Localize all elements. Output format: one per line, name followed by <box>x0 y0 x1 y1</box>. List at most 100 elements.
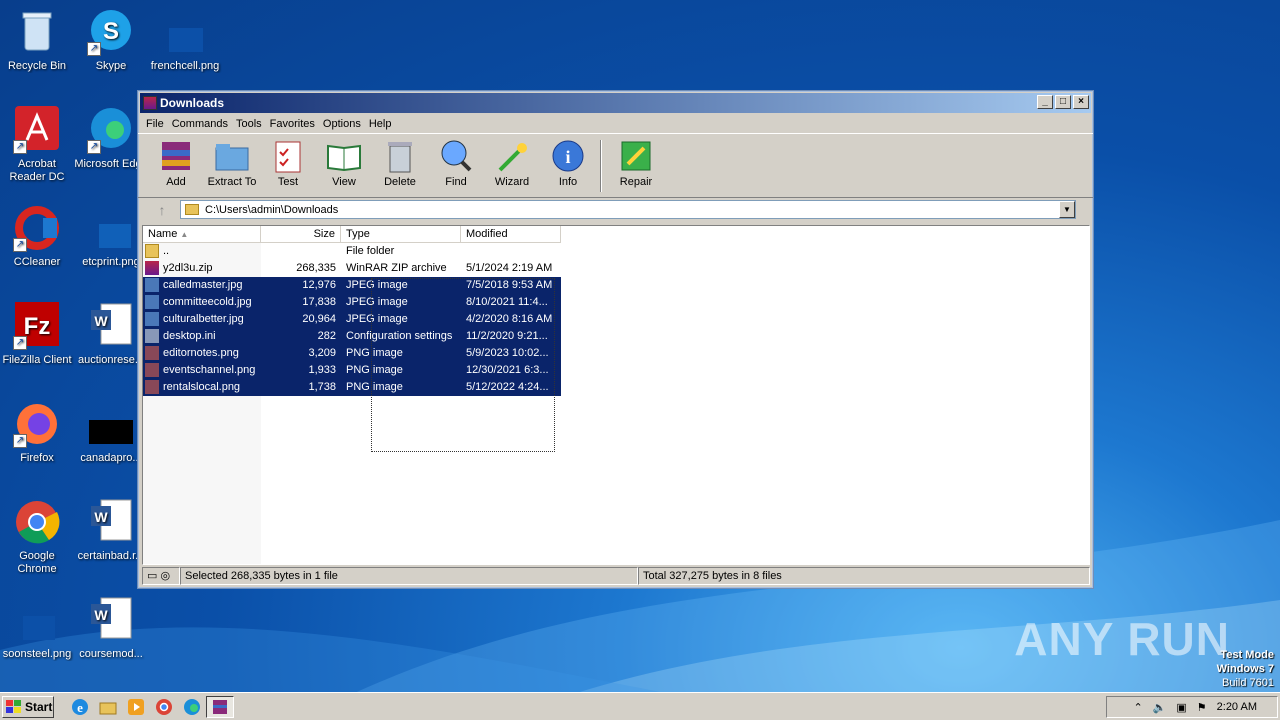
png-file-icon <box>161 8 209 56</box>
svg-text:Fz: Fz <box>24 313 51 340</box>
winrar-app-icon <box>143 96 157 110</box>
address-row: ↑ C:\Users\admin\Downloads ▼ <box>138 197 1093 221</box>
desktop-icon-soonsteel[interactable]: soonsteel.png <box>0 596 74 661</box>
test-button[interactable]: Test <box>260 138 316 188</box>
status-total: Total 327,275 bytes in 8 files <box>638 567 1090 585</box>
black-file-icon <box>87 400 135 448</box>
column-header-type[interactable]: Type <box>341 226 461 243</box>
menu-favorites[interactable]: Favorites <box>266 118 319 130</box>
edge-taskbar-icon[interactable] <box>178 696 206 718</box>
add-archive-icon <box>158 138 194 174</box>
jpeg-file-icon <box>145 278 159 292</box>
status-bar: ▭ ◎ Selected 268,335 bytes in 1 file Tot… <box>142 567 1090 585</box>
status-selected: Selected 268,335 bytes in 1 file <box>180 567 638 585</box>
desktop-icon-coursemod[interactable]: W coursemod... <box>74 596 148 661</box>
png-file-icon <box>145 380 159 394</box>
word-doc-icon: W <box>87 596 135 644</box>
svg-text:W: W <box>94 607 108 623</box>
chrome-icon <box>13 498 61 546</box>
png-file-icon <box>13 596 61 644</box>
menu-options[interactable]: Options <box>319 118 365 130</box>
explorer-icon[interactable] <box>94 696 122 718</box>
column-header-modified[interactable]: Modified <box>461 226 561 243</box>
maximize-button[interactable]: □ <box>1055 95 1071 109</box>
png-file-icon <box>87 204 135 252</box>
delete-trash-icon <box>382 138 418 174</box>
winrar-window[interactable]: Downloads _ □ × File Commands Tools Favo… <box>137 90 1094 589</box>
word-doc-icon: W <box>87 498 135 546</box>
svg-text:W: W <box>94 509 108 525</box>
svg-text:W: W <box>94 313 108 329</box>
view-book-icon <box>326 138 362 174</box>
menu-commands[interactable]: Commands <box>168 118 232 130</box>
desktop-icon-filezilla[interactable]: Fz ↗ FileZilla Client <box>0 302 74 367</box>
delete-button[interactable]: Delete <box>372 138 428 188</box>
word-doc-icon: W <box>87 302 135 350</box>
clock[interactable]: 2:20 AM <box>1217 701 1257 713</box>
desktop-icon-frenchcell[interactable]: frenchcell.png <box>148 8 222 73</box>
test-clipboard-icon <box>270 138 306 174</box>
png-file-icon <box>145 346 159 360</box>
start-button[interactable]: Start <box>2 695 54 718</box>
menu-tools[interactable]: Tools <box>232 118 266 130</box>
desktop-icon-chrome[interactable]: Google Chrome <box>0 498 74 576</box>
list-item[interactable]: y2dl3u.zip 268,335 WinRAR ZIP archive 5/… <box>143 260 561 277</box>
extract-folder-icon <box>214 138 250 174</box>
minimize-button[interactable]: _ <box>1037 95 1053 109</box>
menu-file[interactable]: File <box>142 118 168 130</box>
firefox-icon: ↗ <box>13 400 61 448</box>
menu-help[interactable]: Help <box>365 118 396 130</box>
test-mode-notice: Test Mode Windows 7 Build 7601 <box>1216 649 1274 689</box>
desktop-icon-recycle-bin[interactable]: Recycle Bin <box>0 8 74 73</box>
file-list[interactable]: Name ▲ Size Type Modified .. File folder… <box>142 225 1090 565</box>
add-button[interactable]: Add <box>148 138 204 188</box>
taskbar: Start e ⌃ 🔈 ▣ ⚑ 2:20 AM <box>0 692 1280 720</box>
window-title: Downloads <box>160 96 225 110</box>
png-file-icon <box>145 363 159 377</box>
ie-icon[interactable]: e <box>66 696 94 718</box>
wizard-button[interactable]: Wizard <box>484 138 540 188</box>
media-player-icon[interactable] <box>122 696 150 718</box>
network-icon[interactable]: ▣ <box>1176 701 1186 714</box>
windows-logo-icon <box>6 699 21 713</box>
svg-text:i: i <box>565 147 570 167</box>
toolbar-separator <box>600 140 602 192</box>
zip-archive-icon <box>145 261 159 275</box>
repair-button[interactable]: Repair <box>608 138 664 188</box>
column-header-name[interactable]: Name ▲ <box>143 226 261 243</box>
desktop-icon-acrobat[interactable]: ↗ Acrobat Reader DC <box>0 106 74 184</box>
view-button[interactable]: View <box>316 138 372 188</box>
jpeg-file-icon <box>145 295 159 309</box>
chevron-down-icon[interactable]: ▼ <box>1059 201 1075 218</box>
address-field[interactable]: C:\Users\admin\Downloads ▼ <box>180 200 1076 219</box>
list-item[interactable]: .. File folder <box>143 243 561 260</box>
edge-icon: ↗ <box>87 106 135 154</box>
action-center-flag-icon[interactable]: ⚑ <box>1197 701 1207 714</box>
drive-icon[interactable]: ▭ ◎ <box>142 567 180 585</box>
volume-icon[interactable]: 🔈 <box>1153 701 1167 714</box>
filezilla-icon: Fz ↗ <box>13 302 61 350</box>
wizard-wand-icon <box>494 138 530 174</box>
svg-text:S: S <box>103 18 119 45</box>
info-button[interactable]: i Info <box>540 138 596 188</box>
repair-kit-icon <box>618 138 654 174</box>
info-icon: i <box>550 138 586 174</box>
settings-file-icon <box>145 329 159 343</box>
up-arrow-icon[interactable]: ↑ <box>144 202 180 218</box>
recycle-bin-icon <box>13 8 61 56</box>
list-header: Name ▲ Size Type Modified <box>143 226 561 243</box>
find-button[interactable]: Find <box>428 138 484 188</box>
system-tray: ⌃ 🔈 ▣ ⚑ 2:20 AM <box>1106 696 1278 718</box>
toolbar: Add Extract To Test View Delete Find Wiz… <box>138 133 1093 197</box>
desktop-icon-ccleaner[interactable]: ↗ CCleaner <box>0 204 74 269</box>
address-path: C:\Users\admin\Downloads <box>205 203 339 216</box>
winrar-taskbar-icon[interactable] <box>206 695 234 718</box>
desktop-icon-skype[interactable]: S ↗ Skype <box>74 8 148 73</box>
chrome-taskbar-icon[interactable] <box>150 696 178 718</box>
close-button[interactable]: × <box>1073 95 1089 109</box>
column-header-size[interactable]: Size <box>261 226 341 243</box>
show-hidden-icons-icon[interactable]: ⌃ <box>1133 701 1142 714</box>
extract-to-button[interactable]: Extract To <box>204 138 260 188</box>
window-titlebar[interactable]: Downloads _ □ × <box>140 93 1091 113</box>
desktop-icon-firefox[interactable]: ↗ Firefox <box>0 400 74 465</box>
